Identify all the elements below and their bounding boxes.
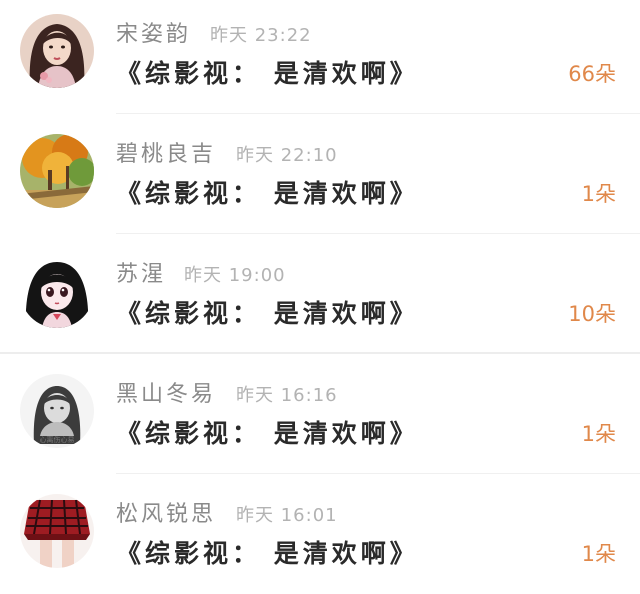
flower-count: 1朵 — [581, 542, 616, 566]
comment-text[interactable]: 《综影视： 是清欢啊》 — [116, 174, 419, 210]
portrait-girl-icon — [20, 14, 94, 88]
user-name[interactable]: 黑山冬易 — [116, 376, 216, 408]
comment-row[interactable]: 松风锐思 昨天 16:01 《综影视： 是清欢啊》 1朵 — [0, 474, 640, 594]
autumn-tree-icon — [20, 134, 94, 208]
comment-text[interactable]: 《综影视： 是清欢啊》 — [116, 294, 419, 330]
avatar[interactable] — [20, 254, 94, 328]
comment-text[interactable]: 《综影视： 是清欢啊》 — [116, 414, 419, 450]
timestamp: 昨天 16:16 — [236, 385, 338, 406]
plaid-skirt-icon — [20, 494, 94, 568]
flower-count: 1朵 — [581, 422, 616, 446]
flower-count: 1朵 — [581, 182, 616, 206]
flower-count: 66朵 — [568, 62, 616, 86]
avatar[interactable] — [20, 14, 94, 88]
user-name[interactable]: 松风锐思 — [116, 496, 216, 528]
comment-text[interactable]: 《综影视： 是清欢啊》 — [116, 54, 419, 90]
user-name[interactable]: 苏湦 — [116, 256, 166, 288]
avatar[interactable] — [20, 494, 94, 568]
user-name[interactable]: 宋姿韵 — [116, 16, 191, 48]
comment-row[interactable]: 心离伤心易 黑山冬易 昨天 16:16 《综影视： 是清欢啊》 1朵 — [0, 354, 640, 474]
anime-girl-icon — [20, 254, 94, 328]
grayscale-portrait-icon: 心离伤心易 — [20, 374, 94, 448]
comment-row[interactable]: 宋姿韵 昨天 23:22 《综影视： 是清欢啊》 66朵 — [0, 0, 640, 114]
comment-row[interactable]: 苏湦 昨天 19:00 《综影视： 是清欢啊》 10朵 — [0, 234, 640, 354]
comment-row[interactable]: 碧桃良吉 昨天 22:10 《综影视： 是清欢啊》 1朵 — [0, 114, 640, 234]
comment-list: 宋姿韵 昨天 23:22 《综影视： 是清欢啊》 66朵 碧桃良吉 昨天 22:… — [0, 0, 640, 585]
flower-count: 10朵 — [568, 302, 616, 326]
timestamp: 昨天 16:01 — [236, 505, 338, 526]
avatar[interactable]: 心离伤心易 — [20, 374, 94, 448]
timestamp: 昨天 23:22 — [210, 25, 312, 46]
avatar-caption: 心离伤心易 — [40, 435, 75, 444]
timestamp: 昨天 19:00 — [184, 265, 286, 286]
comment-text[interactable]: 《综影视： 是清欢啊》 — [116, 534, 419, 570]
timestamp: 昨天 22:10 — [236, 145, 338, 166]
user-name[interactable]: 碧桃良吉 — [116, 136, 216, 168]
avatar[interactable] — [20, 134, 94, 208]
